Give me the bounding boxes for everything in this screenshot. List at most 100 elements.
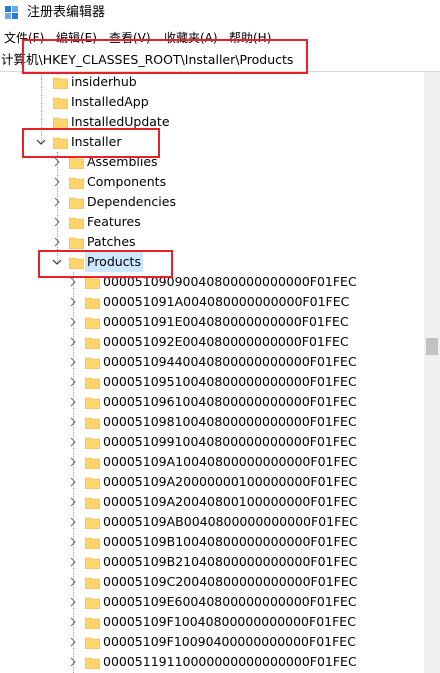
tree-item-label: InstalledApp <box>71 94 149 109</box>
tree-item-label: 00005109F10090400000000000F01FEC <box>103 634 356 649</box>
vertical-scrollbar[interactable] <box>424 72 440 673</box>
tree-item-product-key[interactable]: 000051091E004080000000000F01FEC <box>0 312 424 332</box>
chevron-right-icon[interactable] <box>67 436 79 448</box>
tree-item-dependencies[interactable]: Dependencies <box>0 192 424 212</box>
tree-item-label: 000051092E004080000000000F01FEC <box>103 334 349 349</box>
tree-item-label: Features <box>87 214 141 229</box>
chevron-right-icon[interactable] <box>67 456 79 468</box>
tree-item-product-key[interactable]: 00005109810040800000000000F01FEC <box>0 412 424 432</box>
tree-item-label: 000051091A004080000000000F01FEC <box>103 294 350 309</box>
tree-item-insiderhub[interactable]: insiderhub <box>0 72 424 92</box>
tree-item-label: 00005109C20040800000000000F01FEC <box>103 574 358 589</box>
registry-editor-icon <box>5 6 18 19</box>
tree-item-product-key[interactable]: 00005109A20040800100000000F01FEC <box>0 492 424 512</box>
chevron-right-icon[interactable] <box>67 576 79 588</box>
tree-item-product-key[interactable]: 00005109910040800000000000F01FEC <box>0 432 424 452</box>
folder-icon <box>85 637 100 649</box>
folder-icon <box>85 617 100 629</box>
tree-item-product-key[interactable]: 00005109E60040800000000000F01FEC <box>0 592 424 612</box>
chevron-right-icon[interactable] <box>67 376 79 388</box>
folder-icon <box>69 217 84 229</box>
chevron-right-icon[interactable] <box>67 556 79 568</box>
chevron-right-icon[interactable] <box>67 516 79 528</box>
chevron-right-icon[interactable] <box>51 196 63 208</box>
folder-icon <box>85 497 100 509</box>
chevron-right-icon[interactable] <box>67 336 79 348</box>
folder-icon <box>53 77 68 89</box>
folder-icon <box>85 337 100 349</box>
tree-item-components[interactable]: Components <box>0 172 424 192</box>
tree-item-product-key[interactable]: 00005109440040800000000000F01FEC <box>0 352 424 372</box>
tree-item-label: 000051091E004080000000000F01FEC <box>103 314 349 329</box>
tree-item-label: 00005119110000000000000000F01FEC <box>103 654 357 669</box>
tree-item-product-key[interactable]: 00005109B10040800000000000F01FEC <box>0 532 424 552</box>
tree-item-installedapp[interactable]: InstalledApp <box>0 92 424 112</box>
chevron-right-icon[interactable] <box>67 656 79 668</box>
tree-item-label: Components <box>87 174 167 189</box>
tree-item-label: 00005109810040800000000000F01FEC <box>103 414 357 429</box>
chevron-right-icon[interactable] <box>67 616 79 628</box>
chevron-right-icon[interactable] <box>67 496 79 508</box>
tree-item-product-key[interactable]: 00005109A10040800000000000F01FEC <box>0 452 424 472</box>
folder-icon <box>85 437 100 449</box>
tree-item-label: 00005109A10040800000000000F01FEC <box>103 454 358 469</box>
tree-item-product-key[interactable]: 00005109610040800000000000F01FEC <box>0 392 424 412</box>
folder-icon <box>85 517 100 529</box>
chevron-right-icon[interactable] <box>67 536 79 548</box>
tree-item-product-key[interactable]: 00005109AB0040800000000000F01FEC <box>0 512 424 532</box>
chevron-right-icon[interactable] <box>67 596 79 608</box>
tree-item-label: 00005109F10040800000000000F01FEC <box>103 614 356 629</box>
tree-item-product-key[interactable]: 00005109F10040800000000000F01FEC <box>0 612 424 632</box>
tree-item-label: 00005109A20040800100000000F01FEC <box>103 494 358 509</box>
chevron-right-icon[interactable] <box>67 476 79 488</box>
folder-icon <box>53 97 68 109</box>
registry-tree: insiderhub InstalledApp InstalledUpdate … <box>0 72 424 673</box>
folder-icon <box>85 557 100 569</box>
chevron-right-icon[interactable] <box>67 416 79 428</box>
window-title: 注册表编辑器 <box>27 5 106 20</box>
tree-item-label: insiderhub <box>71 74 137 89</box>
scrollbar-thumb[interactable] <box>426 338 438 355</box>
tree-item-patches[interactable]: Patches <box>0 232 424 252</box>
folder-icon <box>85 317 100 329</box>
folder-icon <box>69 237 84 249</box>
folder-icon <box>85 357 100 369</box>
folder-icon <box>85 657 100 669</box>
tree-item-label: 00005109B10040800000000000F01FEC <box>103 534 358 549</box>
chevron-right-icon[interactable] <box>67 316 79 328</box>
tree-item-label: 00005109440040800000000000F01FEC <box>103 354 357 369</box>
chevron-right-icon[interactable] <box>67 396 79 408</box>
tree-item-label: Patches <box>87 234 136 249</box>
folder-icon <box>85 377 100 389</box>
tree-item-product-key[interactable]: 000051091A004080000000000F01FEC <box>0 292 424 312</box>
folder-icon <box>85 297 100 309</box>
tree-item-product-key[interactable]: 00005109B21040800000000000F01FEC <box>0 552 424 572</box>
folder-icon <box>85 397 100 409</box>
chevron-right-icon[interactable] <box>67 356 79 368</box>
folder-icon <box>85 457 100 469</box>
folder-icon <box>85 597 100 609</box>
tree-item-product-key[interactable]: 00005109F10090400000000000F01FEC <box>0 632 424 652</box>
highlight-box-products <box>38 250 173 278</box>
folder-icon <box>85 477 100 489</box>
tree-item-product-key[interactable]: 00005119110000000000000000F01FEC <box>0 652 424 672</box>
chevron-right-icon[interactable] <box>67 296 79 308</box>
tree-item-product-key[interactable]: 00005109510040800000000000F01FEC <box>0 372 424 392</box>
title-bar: 注册表编辑器 <box>0 0 440 26</box>
chevron-right-icon[interactable] <box>51 216 63 228</box>
tree-item-label: 00005109E60040800000000000F01FEC <box>103 594 357 609</box>
folder-icon <box>69 177 84 189</box>
chevron-right-icon[interactable] <box>67 636 79 648</box>
tree-item-label: Dependencies <box>87 194 176 209</box>
chevron-right-icon[interactable] <box>51 236 63 248</box>
highlight-box-installer <box>22 128 160 158</box>
tree-item-label: 00005109B21040800000000000F01FEC <box>103 554 358 569</box>
tree-item-label: 00005109A20000000100000000F01FEC <box>103 474 358 489</box>
tree-item-product-key[interactable]: 000051092E004080000000000F01FEC <box>0 332 424 352</box>
chevron-right-icon[interactable] <box>51 176 63 188</box>
tree-item-label: 00005109610040800000000000F01FEC <box>103 394 357 409</box>
tree-item-label: 00005109AB0040800000000000F01FEC <box>103 514 358 529</box>
tree-item-product-key[interactable]: 00005109A20000000100000000F01FEC <box>0 472 424 492</box>
tree-item-product-key[interactable]: 00005109C20040800000000000F01FEC <box>0 572 424 592</box>
tree-item-features[interactable]: Features <box>0 212 424 232</box>
